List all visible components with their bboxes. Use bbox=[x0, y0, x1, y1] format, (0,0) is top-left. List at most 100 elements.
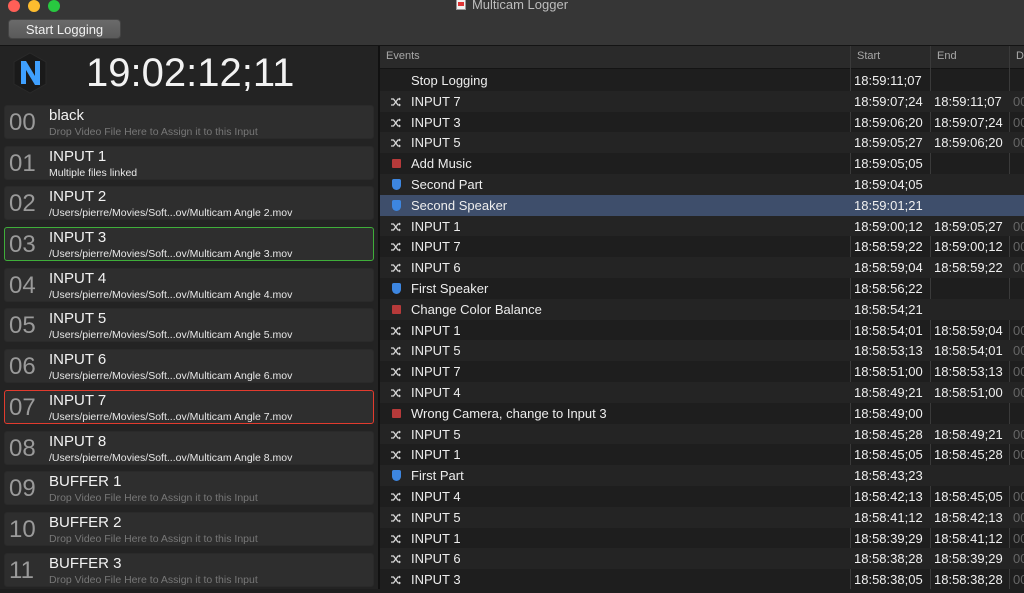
event-duration: 00 bbox=[1013, 447, 1024, 463]
event-start-time: 18:59:05;27 bbox=[854, 135, 923, 151]
input-name: INPUT 3 bbox=[49, 229, 107, 247]
event-row[interactable]: INPUT 4 18:58:42;13 18:58:45;05 00 bbox=[380, 486, 1024, 507]
event-label: First Part bbox=[411, 468, 464, 484]
input-number: 07 bbox=[9, 393, 36, 421]
event-row[interactable]: INPUT 1 18:58:45;05 18:58:45;28 00 bbox=[380, 444, 1024, 465]
marker-icon bbox=[392, 199, 401, 211]
switch-angle-icon bbox=[390, 220, 402, 232]
event-row[interactable]: Add Music 18:59:05;05 bbox=[380, 153, 1024, 174]
input-slot[interactable]: 06 INPUT 6/Users/pierre/Movies/Soft...ov/… bbox=[4, 349, 374, 384]
event-row[interactable]: INPUT 5 18:58:53;13 18:58:54;01 00 bbox=[380, 340, 1024, 362]
column-header-events[interactable]: Events bbox=[386, 50, 420, 62]
event-row[interactable]: INPUT 6 18:58:59;04 18:58:59;22 00 bbox=[380, 257, 1024, 278]
event-row[interactable]: INPUT 6 18:58:38;28 18:58:39;29 00 bbox=[380, 548, 1024, 570]
event-end-time: 18:59:00;12 bbox=[934, 239, 1003, 255]
event-label: INPUT 1 bbox=[411, 530, 461, 546]
switch-angle-icon bbox=[390, 240, 402, 252]
event-row[interactable]: INPUT 7 18:58:59;22 18:59:00;12 00 bbox=[380, 236, 1024, 257]
app-logo-icon bbox=[13, 52, 47, 94]
event-row[interactable]: First Speaker 18:58:56;22 bbox=[380, 278, 1024, 299]
input-slot[interactable]: 11 BUFFER 3 Drop Video File Here to Assign… bbox=[4, 552, 374, 587]
event-end-time: 18:58:45;05 bbox=[934, 488, 1003, 504]
event-row[interactable]: INPUT 1 18:58:54;01 18:58:59;04 00 bbox=[380, 320, 1024, 341]
table-header: Events Start End D bbox=[380, 46, 1024, 69]
event-row[interactable]: INPUT 1 18:58:39;29 18:58:41;12 00 bbox=[380, 528, 1024, 549]
input-file-path: /Users/pierre/Movies/Soft...ov/Multicam … bbox=[49, 248, 293, 261]
event-row[interactable]: INPUT 5 18:59:05;27 18:59:06;20 00 bbox=[380, 132, 1024, 154]
event-duration: 00 bbox=[1013, 488, 1024, 504]
event-label: First Speaker bbox=[411, 280, 489, 296]
event-start-time: 18:58:59;04 bbox=[854, 260, 923, 276]
event-label: INPUT 7 bbox=[411, 239, 461, 255]
event-row[interactable]: INPUT 5 18:58:45;28 18:58:49;21 00 bbox=[380, 423, 1024, 445]
event-row[interactable]: INPUT 7 18:59:07;24 18:59:11;07 00 bbox=[380, 90, 1024, 112]
input-slot[interactable]: 10 BUFFER 2 Drop Video File Here to Assign… bbox=[4, 511, 374, 546]
event-end-time: 18:58:45;28 bbox=[934, 447, 1003, 463]
event-row[interactable]: Wrong Camera, change to Input 3 18:58:49;… bbox=[380, 403, 1024, 424]
event-duration: 00 bbox=[1013, 218, 1024, 234]
input-name: BUFFER 1 bbox=[49, 473, 122, 491]
event-row[interactable]: INPUT 5 18:58:41;12 18:58:42;13 00 bbox=[380, 506, 1024, 528]
switch-angle-icon bbox=[390, 344, 402, 356]
window-title-text: Multicam Logger bbox=[471, 0, 569, 12]
input-slot[interactable]: 08 INPUT 8/Users/pierre/Movies/Soft...ov/… bbox=[4, 430, 374, 465]
event-row[interactable]: INPUT 4 18:58:49;21 18:58:51;00 00 bbox=[380, 381, 1024, 403]
input-slot[interactable]: 02 INPUT 2/Users/pierre/Movies/Soft...ov/… bbox=[4, 186, 374, 221]
event-duration: 00 bbox=[1013, 260, 1024, 276]
event-duration: 00 bbox=[1013, 239, 1024, 255]
event-duration: 00 bbox=[1013, 364, 1024, 380]
switch-angle-icon bbox=[390, 511, 402, 523]
window-title: Multicam Logger bbox=[0, 0, 1024, 12]
event-row[interactable]: Second Part 18:59:04;05 bbox=[380, 173, 1024, 195]
title-bar: Multicam Logger Start Logging bbox=[0, 0, 1024, 46]
input-name: INPUT 6 bbox=[49, 351, 107, 369]
input-slot[interactable]: 09 BUFFER 1 Drop Video File Here to Assign… bbox=[4, 471, 374, 506]
input-file-path: /Users/pierre/Movies/Soft...ov/Multicam … bbox=[49, 207, 293, 220]
event-end-time: 18:59:05;27 bbox=[934, 218, 1003, 234]
event-row[interactable]: First Part 18:58:43;23 bbox=[380, 465, 1024, 486]
event-row[interactable]: Second Speaker 18:59:01;21 bbox=[380, 194, 1024, 216]
switch-angle-icon bbox=[390, 136, 402, 148]
event-start-time: 18:59:11;07 bbox=[854, 73, 922, 88]
column-header-duration[interactable]: D bbox=[1016, 50, 1024, 62]
input-slot[interactable]: 05 INPUT 5/Users/pierre/Movies/Soft...ov/… bbox=[4, 308, 374, 343]
input-slot[interactable]: 03 INPUT 3/Users/pierre/Movies/Soft...ov/… bbox=[4, 227, 374, 262]
input-file-path: Drop Video File Here to Assign it to thi… bbox=[49, 126, 258, 138]
input-number: 10 bbox=[9, 515, 36, 543]
event-start-time: 18:59:00;12 bbox=[854, 218, 923, 234]
event-end-time: 18:58:53;13 bbox=[934, 364, 1003, 380]
event-label: Add Music bbox=[411, 156, 472, 172]
event-duration: 00 bbox=[1013, 114, 1024, 130]
event-start-time: 18:58:49;00 bbox=[854, 405, 923, 421]
input-slot[interactable]: 04 INPUT 4/Users/pierre/Movies/Soft...ov/… bbox=[4, 267, 374, 302]
column-header-start[interactable]: Start bbox=[857, 50, 880, 62]
inputs-panel: 19:02:12;11 00 black Drop Video File Here … bbox=[0, 46, 378, 589]
event-end-time: 18:59:06;20 bbox=[934, 135, 1003, 151]
event-end-time: 18:58:59;22 bbox=[934, 260, 1003, 276]
event-row[interactable]: INPUT 1 18:59:00;12 18:59:05;27 00 bbox=[380, 215, 1024, 237]
event-start-time: 18:58:42;13 bbox=[854, 488, 923, 504]
event-start-time: 18:59:05;05 bbox=[854, 156, 923, 172]
event-row[interactable]: INPUT 7 18:58:51;00 18:58:53;13 00 bbox=[380, 361, 1024, 382]
event-row[interactable]: INPUT 3 18:58:38;05 18:58:38;28 00 bbox=[380, 569, 1024, 589]
event-duration: 00 bbox=[1013, 322, 1024, 338]
input-name: INPUT 8 bbox=[49, 432, 107, 450]
event-end-time: 18:58:41;12 bbox=[934, 530, 1003, 546]
event-end-time: 18:58:42;13 bbox=[934, 509, 1003, 525]
start-logging-button[interactable]: Start Logging bbox=[8, 19, 121, 39]
event-duration: 00 bbox=[1013, 343, 1024, 359]
input-number: 00 bbox=[9, 109, 36, 136]
event-end-time: 18:58:54;01 bbox=[934, 343, 1003, 359]
input-slot[interactable]: 07 INPUT 7/Users/pierre/Movies/Soft...ov/… bbox=[4, 389, 374, 424]
input-slot[interactable]: 00 black Drop Video File Here to Assign it… bbox=[4, 105, 374, 139]
event-row[interactable]: Change Color Balance 18:58:54;21 bbox=[380, 298, 1024, 320]
input-slot[interactable]: 01 INPUT 1 Multiple files linked bbox=[4, 145, 374, 180]
switch-angle-icon bbox=[390, 95, 402, 107]
event-duration: 00 bbox=[1013, 384, 1024, 400]
column-header-end[interactable]: End bbox=[937, 50, 957, 62]
event-row[interactable]: INPUT 3 18:59:06;20 18:59:07;24 00 bbox=[380, 112, 1024, 133]
event-row[interactable]: Stop Logging 18:59:11;07 bbox=[380, 70, 1024, 91]
event-start-time: 18:58:56;22 bbox=[854, 280, 923, 296]
input-file-path: Drop Video File Here to Assign it to thi… bbox=[49, 573, 258, 586]
event-start-time: 18:59:07;24 bbox=[854, 93, 923, 109]
